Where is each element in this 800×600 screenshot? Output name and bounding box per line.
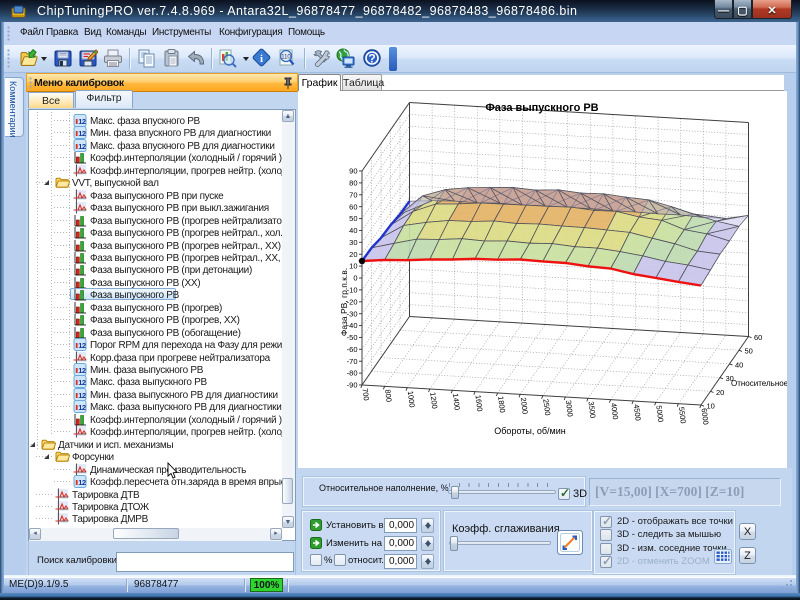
svg-text:50: 50 [745, 347, 753, 356]
svg-text:0: 0 [353, 274, 357, 283]
svg-text:20: 20 [716, 388, 724, 397]
svg-text:12: 12 [78, 366, 86, 375]
svg-text:700: 700 [361, 388, 371, 402]
svg-text:10: 10 [707, 402, 715, 411]
svg-text:Фаза выпускного РВ: Фаза выпускного РВ [485, 102, 598, 114]
svg-text:-70: -70 [347, 357, 358, 366]
svg-text:60: 60 [349, 202, 357, 211]
svg-text:-60: -60 [347, 345, 358, 354]
svg-text:60: 60 [754, 333, 762, 342]
svg-text:10: 10 [349, 262, 357, 271]
svg-text:12: 12 [78, 142, 86, 151]
svg-text:Относительное напол: Относительное напол [731, 379, 787, 388]
svg-text:-80: -80 [347, 369, 358, 378]
svg-text:20: 20 [349, 250, 357, 259]
svg-text:Обороты, об/мин: Обороты, об/мин [494, 426, 565, 436]
svg-text:80: 80 [349, 179, 357, 188]
svg-text:12: 12 [78, 378, 86, 387]
svg-text:40: 40 [735, 360, 743, 369]
svg-text:12: 12 [78, 117, 86, 126]
svg-text:?: ? [368, 52, 375, 66]
svg-text:-90: -90 [347, 381, 358, 390]
svg-text:i: i [260, 53, 263, 65]
svg-text:50: 50 [349, 214, 357, 223]
svg-text:40: 40 [349, 226, 357, 235]
svg-text:800: 800 [383, 389, 393, 403]
svg-text:30: 30 [349, 238, 357, 247]
svg-text:90: 90 [349, 167, 357, 176]
svg-text:70: 70 [349, 190, 357, 199]
svg-text:12: 12 [78, 391, 86, 400]
svg-text:12: 12 [78, 403, 86, 412]
svg-text:12: 12 [78, 129, 86, 138]
svg-text:110: 110 [281, 55, 291, 61]
svg-text:12: 12 [78, 341, 86, 350]
svg-text:12: 12 [78, 478, 86, 487]
svg-text:Фаза РВ, гр.п.к.в.: Фаза РВ, гр.п.к.в. [339, 268, 349, 336]
